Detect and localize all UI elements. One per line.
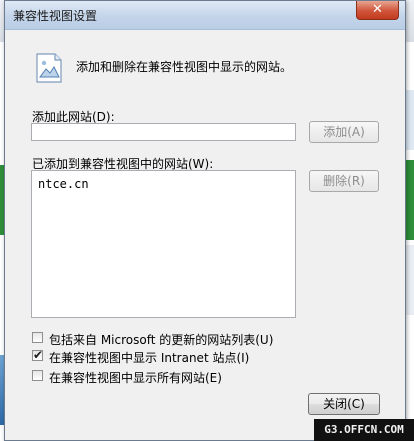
check-icon: ✔ [33,348,44,362]
close-icon: ✕ [372,2,383,17]
list-item[interactable]: ntce.cn [38,177,89,191]
dialog-description: 添加和删除在兼容性视图中显示的网站。 [76,60,293,74]
site-list[interactable]: ntce.cn [31,170,296,318]
close-dialog-button[interactable]: 关闭(C) [308,393,380,415]
remove-button[interactable]: 删除(R) [309,170,379,192]
site-watermark: G3.OFFCN.COM [314,419,414,441]
add-button[interactable]: 添加(A) [309,121,379,143]
checkbox-display-intranet-sites[interactable]: ✔ [32,348,44,362]
option-label: 在兼容性视图中显示 Intranet 站点(I) [49,351,250,365]
dialog-title: 兼容性视图设置 [13,9,98,23]
dialog-titlebar[interactable]: 兼容性视图设置 ✕ [5,1,405,30]
checkbox-include-microsoft-list[interactable] [32,332,43,343]
compatibility-view-dialog: 兼容性视图设置 ✕ 添加和删除在兼容性视图中显示的网站。 添加此网站(D): 添… [4,0,406,441]
website-page-icon [36,53,62,83]
add-site-input[interactable] [31,123,296,141]
close-window-button[interactable]: ✕ [356,1,399,20]
dialog-body: 添加和删除在兼容性视图中显示的网站。 添加此网站(D): 添加(A) 已添加到兼… [6,30,404,439]
option-label: 包括来自 Microsoft 的更新的网站列表(U) [49,333,274,347]
checkbox-display-all-sites[interactable] [32,370,43,381]
option-label: 在兼容性视图中显示所有网站(E) [49,371,222,385]
